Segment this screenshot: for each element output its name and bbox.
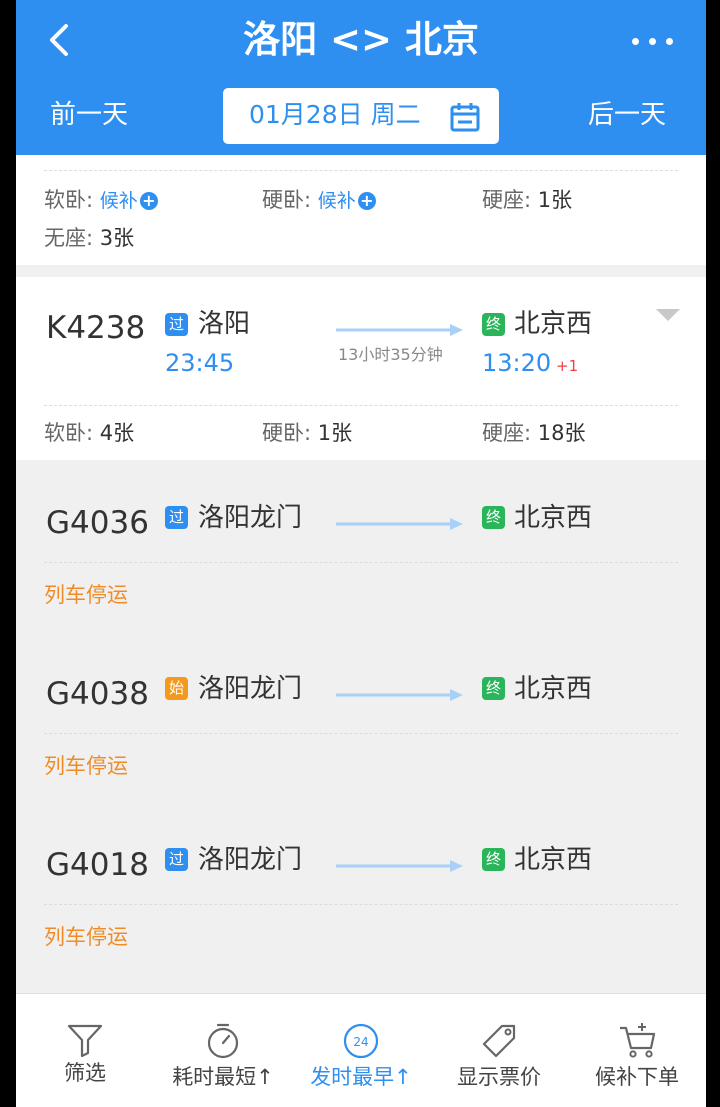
route-arrow-icon (336, 860, 463, 872)
sort-earliest-departure-button[interactable]: 24 发时最早↑ (292, 994, 430, 1107)
arrival-time: 13:20 (482, 349, 552, 377)
filter-button[interactable]: 筛选 (16, 994, 154, 1107)
waitlist-add-icon[interactable]: + (139, 192, 158, 210)
departure-time: 23:45 (165, 349, 235, 377)
divider (44, 170, 678, 171)
cart-icon (620, 1023, 656, 1058)
status-suspended: 列车停运 (44, 583, 128, 607)
divider (44, 405, 678, 406)
route-arrow-icon (336, 689, 463, 701)
sort-shortest-duration-button[interactable]: 耗时最短↑ (154, 994, 292, 1107)
next-day-button[interactable]: 后一天 (588, 97, 666, 133)
arrival-station: 北京西 (514, 674, 593, 704)
status-suspended: 列车停运 (44, 925, 128, 949)
terminal-badge: 终 (482, 848, 505, 871)
bottom-toolbar: 筛选 耗时最短↑ 24 发时最早↑ 显示票价 候补下单 (16, 993, 706, 1107)
seat-soft-sleeper: 软卧: 候补 + (44, 185, 158, 216)
origin-badge: 始 (165, 677, 188, 700)
timer-icon (207, 1023, 239, 1059)
departure-station: 洛阳 (198, 309, 251, 339)
svg-text:24: 24 (353, 1035, 368, 1049)
waitlist-order-button[interactable]: 候补下单 (568, 994, 706, 1107)
next-day-marker: +1 (556, 357, 579, 375)
train-card-g4038[interactable]: G4038 始 洛阳龙门 终 北京西 列车停运 (16, 643, 706, 801)
divider (44, 562, 678, 563)
more-icon[interactable] (626, 20, 680, 60)
clock-24-icon: 24 (343, 1023, 379, 1059)
arrival-station: 北京西 (514, 309, 593, 339)
duration: 13小时35分钟 (338, 345, 443, 364)
train-number: K4238 (46, 310, 146, 346)
seat-hard-sleeper: 硬卧: 候补 + (262, 185, 376, 216)
arrival-station: 北京西 (514, 845, 593, 875)
terminal-badge: 终 (482, 677, 505, 700)
train-number: G4038 (46, 676, 149, 712)
pass-through-badge: 过 (165, 848, 188, 871)
train-card-g4036[interactable]: G4036 过 洛阳龙门 终 北京西 列车停运 (16, 472, 706, 630)
departure-station: 洛阳龙门 (198, 674, 303, 704)
pass-through-badge: 过 (165, 313, 188, 336)
pass-through-badge: 过 (165, 506, 188, 529)
train-number: G4036 (46, 505, 149, 541)
route-arrow-icon (336, 518, 463, 530)
prev-day-button[interactable]: 前一天 (50, 97, 128, 133)
status-suspended: 列车停运 (44, 754, 128, 778)
calendar-icon (450, 103, 480, 132)
terminal-badge: 终 (482, 506, 505, 529)
seat-no-seat: 无座: 3张 (44, 226, 135, 250)
train-card-partial[interactable]: 软卧: 候补 + 硬卧: 候补 + 硬座: 1张 无座: 3张 (16, 155, 706, 265)
date-picker[interactable]: 01月28日 周二 (223, 88, 499, 144)
screen: 洛阳 <> 北京 前一天 01月28日 周二 后一天 软卧: 候补 + 硬卧: 候… (16, 0, 706, 1107)
departure-station: 洛阳龙门 (198, 845, 303, 875)
seat-hard-sleeper: 硬卧: 1张 (262, 421, 353, 445)
page-title: 洛阳 <> 北京 (243, 18, 479, 61)
route-arrow-icon (336, 324, 463, 336)
waitlist-add-icon[interactable]: + (357, 192, 376, 210)
seat-hard-seat: 硬座: 1张 (482, 188, 573, 212)
filter-icon (67, 1024, 103, 1058)
arrival-station: 北京西 (514, 503, 593, 533)
expand-triangle-icon[interactable] (656, 309, 680, 323)
header: 洛阳 <> 北京 前一天 01月28日 周二 后一天 (16, 0, 706, 155)
departure-station: 洛阳龙门 (198, 503, 303, 533)
train-card-k4238[interactable]: K4238 过 洛阳 23:45 13小时35分钟 终 北京西 13:20 +1… (16, 277, 706, 460)
show-price-button[interactable]: 显示票价 (430, 994, 568, 1107)
seat-soft-sleeper: 软卧: 4张 (44, 421, 135, 445)
train-number: G4018 (46, 847, 149, 883)
divider (44, 904, 678, 905)
seat-hard-seat: 硬座: 18张 (482, 421, 586, 445)
divider (44, 733, 678, 734)
terminal-badge: 终 (482, 313, 505, 336)
price-tag-icon (482, 1024, 516, 1058)
train-card-g4018[interactable]: G4018 过 洛阳龙门 终 北京西 列车停运 (16, 814, 706, 974)
date-text: 01月28日 周二 (249, 100, 421, 129)
